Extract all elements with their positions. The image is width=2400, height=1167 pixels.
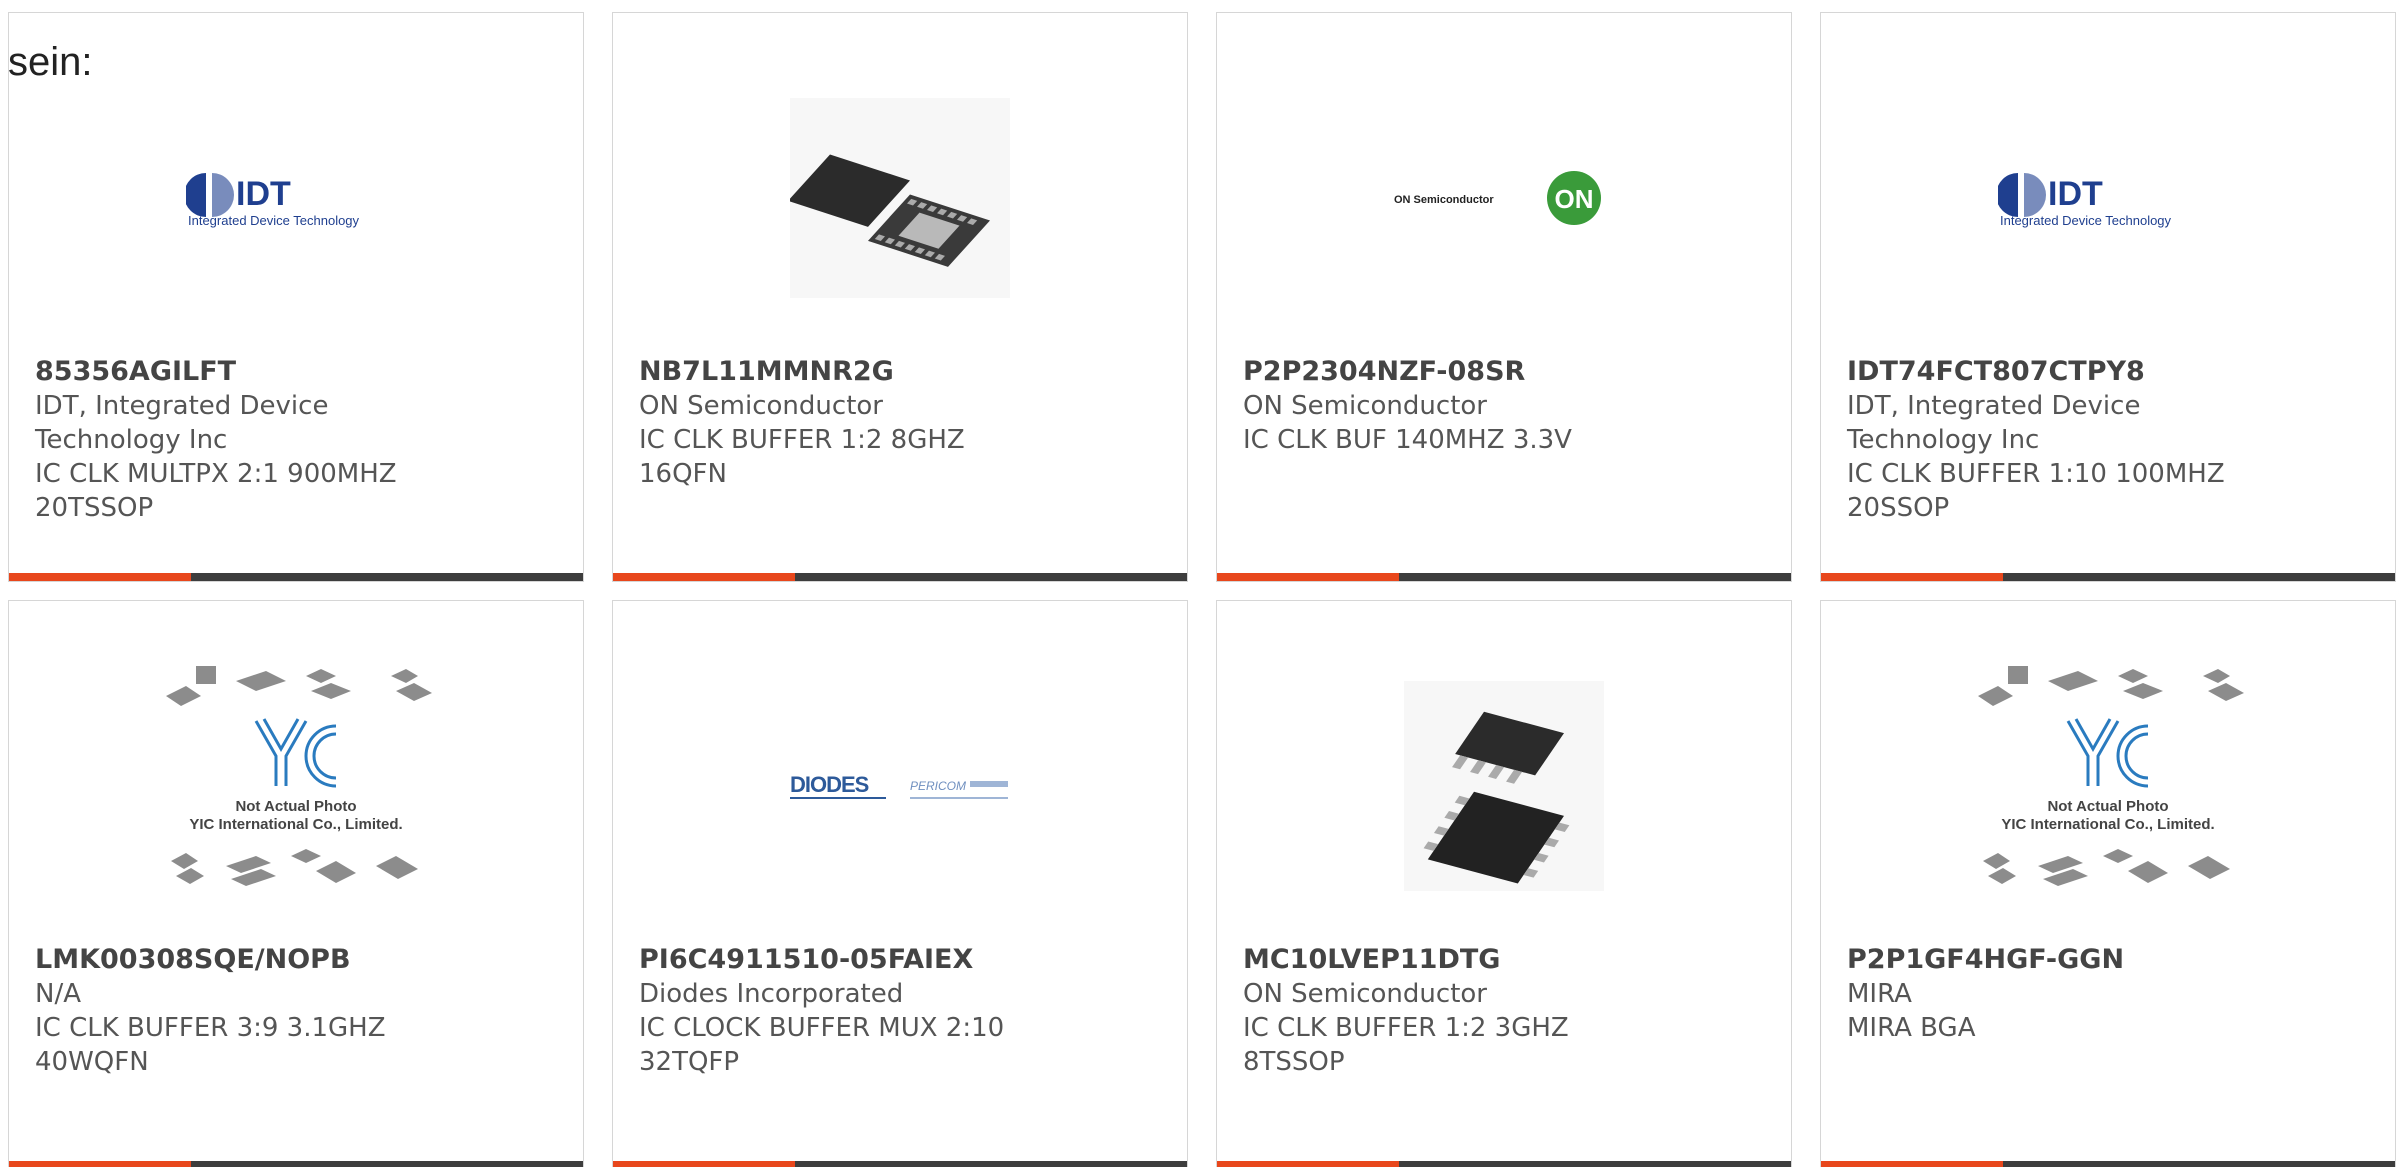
qfn-chip-photo [790,98,1010,298]
svg-text:ON Semiconductor: ON Semiconductor [1394,194,1494,206]
svg-text:Not Actual Photo: Not Actual Photo [2047,798,2168,815]
part-number: P2P2304NZF-08SR [1243,356,1526,387]
svg-text:YIC International Co., Limited: YIC International Co., Limited. [189,816,402,833]
part-number: IDT74FCT807CTPY8 [1847,356,2145,387]
diodes-pericom-logo: DIODES PERICOM [790,772,1008,799]
svg-text:IDT: IDT [236,175,291,213]
product-image-idt-logo: IDT Integrated Device Technology [9,73,583,323]
card-footer-bar [1217,573,1791,581]
part-number: PI6C4911510-05FAIEX [639,944,974,975]
product-card[interactable]: MC10LVEP11DTG ON Semiconductor IC CLK BU… [1216,600,1792,1167]
card-footer-bar [9,573,583,581]
description: MIRA BGA [1847,1013,1976,1043]
card-accent-bar [1217,573,1399,581]
product-grid: IDT Integrated Device Technology 85356AG… [8,12,2400,1167]
card-footer-bar [1821,1161,2395,1167]
manufacturer: Diodes Incorporated [639,979,904,1009]
card-footer-bar [1821,573,2395,581]
card-accent-bar [613,1161,795,1167]
card-accent-bar [613,573,795,581]
svg-text:YIC International Co., Limited: YIC International Co., Limited. [2001,816,2214,833]
manufacturer: IDT, Integrated Device Technology Inc [35,391,329,455]
description: IC CLK BUFFER 1:2 8GHZ 16QFN [639,425,965,489]
intro-text: sein: [8,40,93,84]
product-image-idt-logo: IDT Integrated Device Technology [1821,73,2395,323]
product-image-qfn-chip [613,73,1187,323]
card-accent-bar [1821,573,2003,581]
svg-text:IDT: IDT [2048,175,2103,213]
product-image-diodes-logo: DIODES PERICOM [613,661,1187,911]
part-number: NB7L11MMNR2G [639,356,894,387]
description: IC CLOCK BUFFER MUX 2:10 32TQFP [639,1013,1005,1077]
part-number: P2P1GF4HGF-GGN [1847,944,2125,975]
card-accent-bar [1821,1161,2003,1167]
manufacturer: N/A [35,979,81,1009]
description: IC CLK BUFFER 1:2 3GHZ 8TSSOP [1243,1013,1569,1077]
yic-placeholder-image: Not Actual Photo YIC International Co., … [1978,666,2244,886]
idt-logo: IDT Integrated Device Technology [1998,173,2172,228]
svg-text:Not Actual Photo: Not Actual Photo [235,798,356,815]
part-number: LMK00308SQE/NOPB [35,944,351,975]
card-accent-bar [1217,1161,1399,1167]
part-number: MC10LVEP11DTG [1243,944,1501,975]
card-footer-bar [1217,1161,1791,1167]
card-accent-bar [9,573,191,581]
product-image-yic-placeholder: Not Actual Photo YIC International Co., … [9,661,583,911]
part-number: 85356AGILFT [35,356,237,387]
product-image-on-semi-logo: ON Semiconductor ON [1217,73,1791,323]
on-semi-logo: ON Semiconductor ON [1394,171,1601,225]
svg-text:Integrated Device Technology: Integrated Device Technology [188,213,360,228]
product-card[interactable]: DIODES PERICOM PI6C4911510-05FAIEX Diode… [612,600,1188,1167]
product-card[interactable]: IDT Integrated Device Technology 85356AG… [8,12,584,582]
card-footer-bar [613,1161,1187,1167]
product-card[interactable]: NB7L11MMNR2G ON Semiconductor IC CLK BUF… [612,12,1188,582]
manufacturer: ON Semiconductor [1243,979,1487,1009]
description: IC CLK BUFFER 3:9 3.1GHZ 40WQFN [35,1013,386,1077]
product-image-tssop-chip [1217,661,1791,911]
product-info: IDT74FCT807CTPY8 IDT, Integrated Device … [1847,355,2375,525]
card-accent-bar [9,1161,191,1167]
product-info: LMK00308SQE/NOPB N/A IC CLK BUFFER 3:9 3… [35,943,563,1079]
product-info: MC10LVEP11DTG ON Semiconductor IC CLK BU… [1243,943,1771,1079]
card-footer-bar [9,1161,583,1167]
product-card[interactable]: IDT Integrated Device Technology IDT74FC… [1820,12,2396,582]
product-card[interactable]: ON Semiconductor ON P2P2304NZF-08SR ON S… [1216,12,1792,582]
svg-text:DIODES: DIODES [790,772,869,797]
idt-logo: IDT Integrated Device Technology [186,173,360,228]
card-footer-bar [613,573,1187,581]
svg-text:Integrated Device Technology: Integrated Device Technology [2000,213,2172,228]
product-info: PI6C4911510-05FAIEX Diodes Incorporated … [639,943,1167,1079]
description: IC CLK BUF 140MHZ 3.3V [1243,425,1572,455]
product-info: P2P1GF4HGF-GGN MIRA MIRA BGA [1847,943,2375,1045]
manufacturer: ON Semiconductor [639,391,883,421]
svg-text:ON: ON [1555,184,1594,214]
description: IC CLK BUFFER 1:10 100MHZ 20SSOP [1847,459,2225,523]
manufacturer: ON Semiconductor [1243,391,1487,421]
product-card[interactable]: Not Actual Photo YIC International Co., … [8,600,584,1167]
product-image-yic-placeholder: Not Actual Photo YIC International Co., … [1821,661,2395,911]
manufacturer: IDT, Integrated Device Technology Inc [1847,391,2141,455]
product-grid-page: sein: IDT Integrated Device Technology 8… [0,0,2400,1167]
product-info: P2P2304NZF-08SR ON Semiconductor IC CLK … [1243,355,1771,457]
tssop-chip-photo [1404,681,1604,891]
yic-placeholder-image: Not Actual Photo YIC International Co., … [166,666,432,886]
manufacturer: MIRA [1847,979,1912,1009]
product-card[interactable]: Not Actual Photo YIC International Co., … [1820,600,2396,1167]
product-info: 85356AGILFT IDT, Integrated Device Techn… [35,355,563,525]
svg-text:PERICOM: PERICOM [910,779,966,793]
product-info: NB7L11MMNR2G ON Semiconductor IC CLK BUF… [639,355,1167,491]
description: IC CLK MULTPX 2:1 900MHZ 20TSSOP [35,459,397,523]
